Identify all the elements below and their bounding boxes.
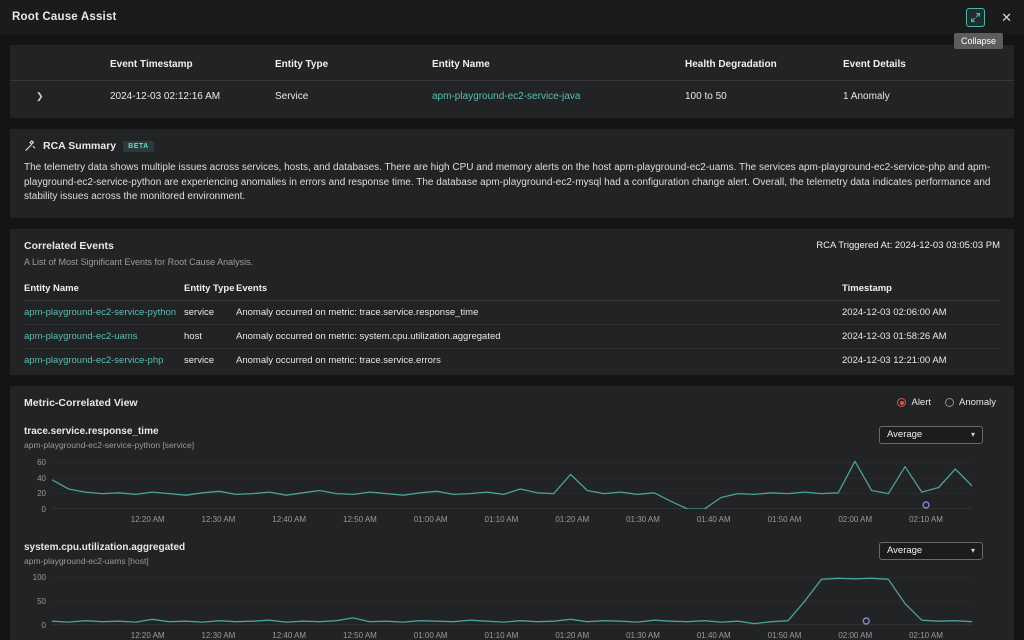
y-axis-labels: 0204060 xyxy=(24,459,52,509)
col-health-degradation: Health Degradation xyxy=(685,59,843,70)
col-entity-name: Entity Name xyxy=(432,59,685,70)
expand-icon xyxy=(970,12,981,23)
dialog-header: Root Cause Assist ✕ xyxy=(0,0,1024,34)
correlated-events-subtitle: A List of Most Significant Events for Ro… xyxy=(24,257,253,267)
chevron-down-icon: ▾ xyxy=(971,546,975,555)
event-details-value: 1 Anomaly xyxy=(843,91,1014,102)
rca-tools-icon xyxy=(24,140,36,152)
timestamp-cell: 2024-12-03 01:58:26 AM xyxy=(842,331,1000,342)
chart-cpu-utilization: system.cpu.utilization.aggregated apm-pl… xyxy=(24,542,1000,640)
col-timestamp: Timestamp xyxy=(842,283,1000,294)
aggregation-value: Average xyxy=(887,429,922,440)
entity-name-link[interactable]: apm-playground-ec2-service-python xyxy=(24,307,176,318)
event-cell: Anomaly occurred on metric: trace.servic… xyxy=(236,355,842,366)
event-timestamp-value: 2024-12-03 02:12:16 AM xyxy=(110,91,275,102)
rca-summary-text: The telemetry data shows multiple issues… xyxy=(24,161,1000,205)
page-title: Root Cause Assist xyxy=(12,11,117,23)
aggregation-select[interactable]: Average ▾ xyxy=(879,426,983,444)
event-cell: Anomaly occurred on metric: trace.servic… xyxy=(236,307,842,318)
beta-badge: BETA xyxy=(123,141,154,152)
radio-unselected-icon xyxy=(945,398,954,407)
aggregation-select[interactable]: Average ▾ xyxy=(879,542,983,560)
chart-subtitle: apm-playground-ec2-uams [host] xyxy=(24,556,185,566)
anomaly-radio-label: Anomaly xyxy=(959,397,996,408)
view-mode-radio-group: Alert Anomaly xyxy=(897,397,1000,408)
row-expand-chevron[interactable]: ❯ xyxy=(10,91,44,102)
entity-name-link[interactable]: apm-playground-ec2-service-php xyxy=(24,355,163,366)
event-cell: Anomaly occurred on metric: system.cpu.u… xyxy=(236,331,842,342)
x-axis-labels: 12:20 AM12:30 AM12:40 AM12:50 AM01:00 AM… xyxy=(52,509,972,525)
entity-type-value: Service xyxy=(275,91,432,102)
col-event-details: Event Details xyxy=(843,59,1014,70)
chart-plot-area[interactable] xyxy=(52,459,972,509)
chart-response-time: trace.service.response_time apm-playgrou… xyxy=(24,426,1000,525)
chevron-down-icon: ▾ xyxy=(971,430,975,439)
timestamp-cell: 2024-12-03 02:06:00 AM xyxy=(842,307,1000,318)
col-entity-name: Entity Name xyxy=(24,283,184,294)
chart-title: system.cpu.utilization.aggregated xyxy=(24,542,185,553)
alert-radio-label: Alert xyxy=(911,397,931,408)
entity-type-cell: service xyxy=(184,355,236,366)
timestamp-cell: 2024-12-03 12:21:00 AM xyxy=(842,355,1000,366)
correlated-events-card: Correlated Events A List of Most Signifi… xyxy=(10,229,1014,375)
event-summary-card: Event Timestamp Entity Type Entity Name … xyxy=(10,45,1014,118)
correlated-table-header: Entity Name Entity Type Events Timestamp xyxy=(24,277,1000,301)
col-events: Events xyxy=(236,283,842,294)
radio-selected-icon xyxy=(897,398,906,407)
col-entity-type: Entity Type xyxy=(275,59,432,70)
expand-button[interactable] xyxy=(966,8,985,27)
rca-summary-title: RCA Summary xyxy=(43,140,116,152)
metric-correlated-view-card: Metric-Correlated View Alert Anomaly tra… xyxy=(10,386,1014,640)
event-table-header: Event Timestamp Entity Type Entity Name … xyxy=(10,49,1014,80)
table-row: apm-playground-ec2-service-php service A… xyxy=(24,349,1000,373)
collapse-tooltip: Collapse xyxy=(954,33,1003,49)
rca-summary-card: RCA Summary BETA The telemetry data show… xyxy=(10,129,1014,218)
col-event-timestamp: Event Timestamp xyxy=(110,59,275,70)
anomaly-radio[interactable]: Anomaly xyxy=(945,397,996,408)
correlated-events-title: Correlated Events xyxy=(24,240,253,252)
y-axis-labels: 050100 xyxy=(24,575,52,625)
aggregation-value: Average xyxy=(887,545,922,556)
health-degradation-value: 100 to 50 xyxy=(685,91,843,102)
x-axis-labels: 12:20 AM12:30 AM12:40 AM12:50 AM01:00 AM… xyxy=(52,625,972,640)
close-button[interactable]: ✕ xyxy=(1001,11,1012,24)
col-entity-type: Entity Type xyxy=(184,283,236,294)
chart-title: trace.service.response_time xyxy=(24,426,194,437)
entity-type-cell: host xyxy=(184,331,236,342)
entity-type-cell: service xyxy=(184,307,236,318)
entity-name-link[interactable]: apm-playground-ec2-service-java xyxy=(432,91,580,102)
table-row: apm-playground-ec2-uams host Anomaly occ… xyxy=(24,325,1000,349)
metric-view-title: Metric-Correlated View xyxy=(24,397,138,409)
chart-plot-area[interactable] xyxy=(52,575,972,625)
rca-triggered-at: RCA Triggered At: 2024-12-03 03:05:03 PM xyxy=(816,240,1000,251)
chart-subtitle: apm-playground-ec2-service-python [servi… xyxy=(24,440,194,450)
event-table-row: ❯ 2024-12-03 02:12:16 AM Service apm-pla… xyxy=(10,81,1014,112)
table-row: apm-playground-ec2-service-python servic… xyxy=(24,301,1000,325)
alert-radio[interactable]: Alert xyxy=(897,397,931,408)
correlated-events-table: Entity Name Entity Type Events Timestamp… xyxy=(24,277,1000,373)
entity-name-link[interactable]: apm-playground-ec2-uams xyxy=(24,331,138,342)
